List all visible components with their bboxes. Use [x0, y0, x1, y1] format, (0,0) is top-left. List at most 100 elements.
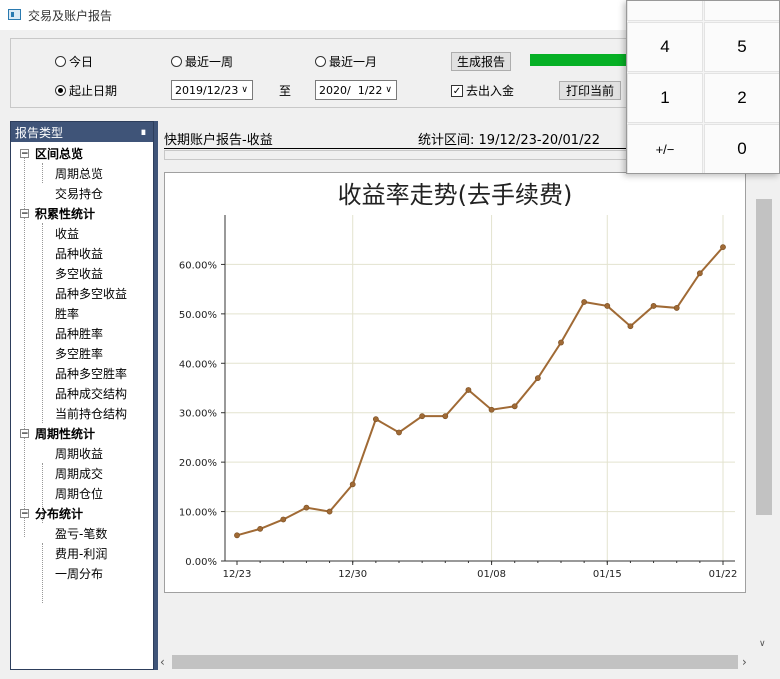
tree-group-cumulative[interactable]: − 积累性统计 — [20, 203, 95, 223]
x-tick-label: 01/15 — [593, 569, 622, 580]
tree-group-distribution[interactable]: − 分布统计 — [20, 503, 83, 523]
generate-report-button[interactable]: 生成报告 — [451, 52, 511, 71]
data-point — [234, 532, 240, 539]
end-date-value: 2020/ 1/22 — [319, 83, 383, 97]
x-tick-label: 12/23 — [223, 569, 252, 580]
data-point — [465, 387, 472, 393]
tree-group-label: 区间总览 — [35, 146, 84, 161]
y-tick-label: 30.00% — [179, 409, 217, 420]
tree-item[interactable]: 当前持仓结构 — [55, 403, 127, 423]
data-point — [372, 416, 379, 423]
data-point — [534, 375, 541, 382]
radio-last-week[interactable]: 最近一周 — [171, 53, 233, 69]
chart-frame: 收益率走势(去手续费) 0.00% 10.00% 20.00% 30.00% 40.00… — [164, 172, 746, 593]
checkmark-icon: ✓ — [451, 84, 463, 97]
radio-dot — [55, 55, 66, 67]
horizontal-scrollbar[interactable]: ‹ › — [158, 654, 756, 670]
chevron-down-icon: ∨ — [241, 85, 248, 95]
tree-item[interactable]: 周期收益 — [55, 443, 103, 463]
tree-item[interactable]: 收益 — [55, 223, 79, 243]
x-tick-label: 12/30 — [338, 569, 367, 580]
pin-icon[interactable]: ∎ — [140, 125, 147, 138]
radio-date-range[interactable]: 起止日期 — [55, 82, 117, 98]
data-point — [581, 299, 588, 305]
tree-item[interactable]: 周期总览 — [55, 163, 103, 183]
tree-item[interactable]: 品种胜率 — [55, 323, 103, 343]
tree-item[interactable]: 一周分布 — [55, 563, 103, 583]
key-5[interactable]: 5 — [704, 22, 779, 72]
data-point — [604, 303, 611, 309]
tree-guide — [42, 223, 43, 423]
data-point — [419, 413, 426, 420]
scroll-left-icon[interactable]: ‹ — [160, 655, 165, 669]
report-area: 快期账户报告-收益 统计区间: 19/12/23-20/01/22 收益率走势(… — [158, 121, 758, 654]
radio-today-label: 今日 — [69, 54, 94, 69]
data-point — [442, 413, 449, 420]
exclude-deposit-checkbox[interactable]: ✓ 去出入金 — [451, 82, 514, 99]
start-date-value: 2019/12/23 — [175, 83, 239, 97]
collapse-icon[interactable]: − — [20, 148, 29, 158]
key-4[interactable]: 4 — [627, 22, 703, 72]
end-date-picker[interactable]: 2020/ 1/22 ∨ — [315, 80, 397, 100]
radio-dot — [315, 55, 326, 67]
tree-item[interactable]: 周期成交 — [55, 463, 103, 483]
chart-title: 收益率走势(去手续费) — [338, 181, 573, 209]
y-tick-label: 60.00% — [179, 260, 217, 271]
horizontal-scroll-thumb[interactable] — [172, 655, 738, 669]
key-0[interactable]: 0 — [704, 124, 779, 173]
collapse-icon[interactable]: − — [20, 508, 29, 518]
collapse-icon[interactable]: − — [20, 428, 29, 438]
scroll-down-icon[interactable]: ∨ — [759, 639, 766, 649]
radio-last-month[interactable]: 最近一月 — [315, 53, 377, 69]
tree-item[interactable]: 多空收益 — [55, 263, 103, 283]
key-2[interactable]: 2 — [704, 73, 779, 123]
tree-group-label: 周期性统计 — [35, 426, 96, 441]
tree-item[interactable]: 品种成交结构 — [55, 383, 127, 403]
data-point — [303, 504, 310, 511]
tree-item[interactable]: 胜率 — [55, 303, 79, 323]
x-tick-label: 01/08 — [477, 569, 506, 580]
report-title: 快期账户报告-收益 — [164, 133, 273, 148]
data-point — [511, 403, 518, 410]
print-current-button[interactable]: 打印当前 — [559, 81, 621, 100]
chart-series — [234, 244, 726, 539]
radio-today[interactable]: 今日 — [55, 53, 93, 69]
tree-item[interactable]: 多空胜率 — [55, 343, 103, 363]
window-title: 交易及账户报告 — [28, 9, 113, 23]
data-point — [280, 516, 287, 523]
tree-group-overview[interactable]: − 区间总览 — [20, 143, 83, 163]
data-point — [326, 508, 333, 515]
app-icon — [8, 9, 21, 20]
key-0[interactable]: 0 — [704, 1, 779, 21]
data-point — [627, 323, 634, 330]
start-date-picker[interactable]: 2019/12/23 ∨ — [171, 80, 253, 100]
exclude-deposit-label: 去出入金 — [466, 84, 515, 98]
key-plus-minus[interactable]: +/− — [627, 124, 703, 173]
tree-item[interactable]: 品种多空收益 — [55, 283, 127, 303]
tree-item[interactable]: 品种多空胜率 — [55, 363, 127, 383]
data-point — [257, 525, 264, 532]
scroll-right-icon[interactable]: › — [742, 655, 747, 669]
tree-item[interactable]: 品种收益 — [55, 243, 103, 263]
data-point — [673, 305, 680, 311]
collapse-icon[interactable]: − — [20, 208, 29, 218]
key-1[interactable]: 1 — [627, 1, 703, 21]
radio-week-label: 最近一周 — [185, 54, 234, 69]
tree-item[interactable]: 周期仓位 — [55, 483, 103, 503]
y-tick-label: 20.00% — [179, 458, 217, 469]
series-line — [236, 246, 724, 537]
tree-group-label: 分布统计 — [35, 506, 84, 521]
key-1[interactable]: 1 — [627, 73, 703, 123]
y-tick-label: 0.00% — [185, 557, 217, 568]
y-tick-label: 50.00% — [179, 310, 217, 321]
data-point — [488, 406, 495, 413]
tree-guide — [42, 543, 43, 603]
tree-item[interactable]: 费用-利润 — [55, 543, 107, 563]
tree-item[interactable]: 盈亏-笔数 — [55, 523, 107, 543]
tree-group-periodic[interactable]: − 周期性统计 — [20, 423, 95, 443]
tree-item[interactable]: 交易持仓 — [55, 183, 103, 203]
radio-range-label: 起止日期 — [69, 83, 118, 98]
report-type-panel: 报告类型 ∎ − 区间总览 周期总览 交易持仓 − 积累性统计 收益 品种收益 多空… — [10, 121, 154, 670]
vertical-scroll-thumb[interactable] — [756, 199, 772, 515]
vertical-scrollbar[interactable]: ∨ — [756, 121, 772, 654]
